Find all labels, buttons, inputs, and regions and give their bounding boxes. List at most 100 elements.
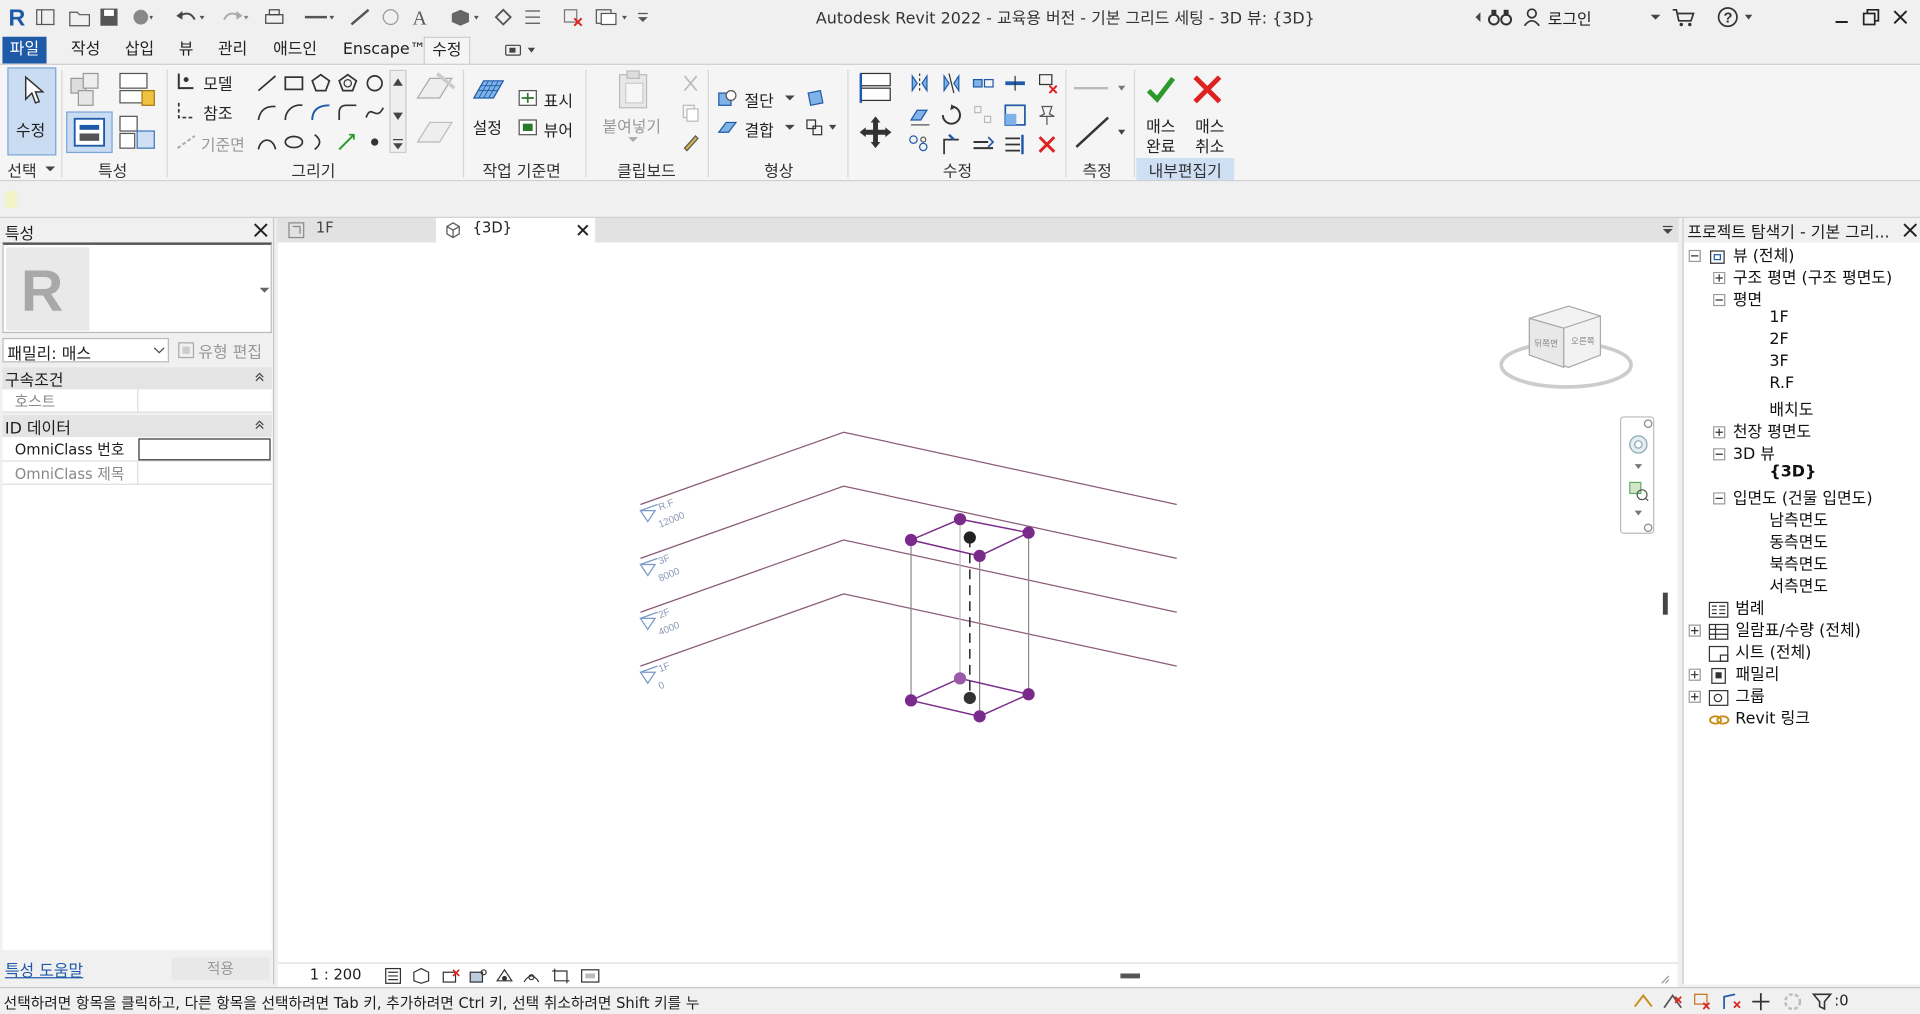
tree-item-north-elevation[interactable]: 북측면도 <box>1769 551 1828 574</box>
offset-icon[interactable] <box>970 70 997 97</box>
properties-palette-icon[interactable] <box>66 111 113 154</box>
show-workplane-icon[interactable] <box>517 87 539 109</box>
draw-arc-tangent-icon[interactable] <box>309 102 333 124</box>
properties-help-link[interactable]: 특성 도움말 <box>5 958 83 980</box>
measure-icon[interactable] <box>301 6 338 28</box>
measure-between-icon[interactable] <box>1070 75 1129 102</box>
cut-icon[interactable] <box>680 72 702 94</box>
tree-item-west-elevation[interactable]: 서측면도 <box>1769 573 1828 596</box>
close-window-icon[interactable] <box>1888 6 1912 28</box>
background-process-icon[interactable] <box>1780 991 1804 1013</box>
align-icon[interactable] <box>855 70 897 107</box>
tree-item-3d-current[interactable]: {3D} <box>1769 463 1816 481</box>
constraints-section-header[interactable]: 구속조건 <box>2 367 272 391</box>
draw-circumscribed-polygon-icon[interactable] <box>336 72 360 94</box>
mass-box[interactable] <box>904 513 1035 723</box>
tree-item-south-elevation[interactable]: 남측면도 <box>1769 507 1828 530</box>
open-folder-icon[interactable] <box>69 6 91 28</box>
reference-line-icon[interactable] <box>174 99 198 121</box>
paste-dropdown-icon[interactable] <box>627 133 639 145</box>
tab-view[interactable]: 뷰 <box>171 37 200 64</box>
tab-addins[interactable]: 애드인 <box>266 37 325 64</box>
tab-modify[interactable]: 수정 <box>423 36 471 67</box>
search-arrow-icon[interactable] <box>1472 6 1484 28</box>
viewcube-right-face-label[interactable]: 오른쪽 <box>1571 336 1595 348</box>
tree-item-east-elevation[interactable]: 동측면도 <box>1769 529 1828 552</box>
tree-item-schedules[interactable]: 일람표/수량 (전체) <box>1688 617 1861 640</box>
cut-geometry-label[interactable]: 절단 <box>744 88 773 111</box>
tree-item-2f[interactable]: 2F <box>1769 331 1788 349</box>
select-panel-dropdown-icon[interactable] <box>44 163 56 175</box>
model-label[interactable]: 모델 <box>203 71 232 94</box>
tree-item-floor-plans[interactable]: 평면 <box>1713 287 1762 310</box>
print-icon[interactable] <box>262 6 286 28</box>
draw-inscribed-polygon-icon[interactable] <box>309 72 333 94</box>
tree-item-1f[interactable]: 1F <box>1769 309 1788 327</box>
tree-item-structural-plans[interactable]: 구조 평면 (구조 평면도) <box>1713 264 1892 288</box>
join-geometry-icon[interactable] <box>715 116 739 138</box>
rotate-icon[interactable] <box>938 102 965 129</box>
tree-item-families[interactable]: 패밀리 <box>1688 661 1779 684</box>
draw-spline-icon[interactable] <box>362 102 386 124</box>
aligned-dimension-icon[interactable] <box>348 6 372 28</box>
view-tab-3d[interactable]: {3D} <box>435 217 596 243</box>
mirror-draw-axis-icon[interactable] <box>938 70 965 97</box>
redo-icon[interactable] <box>218 6 250 28</box>
type-selector-dropdown-icon[interactable] <box>258 284 270 296</box>
draw-pick-faces-icon[interactable] <box>336 131 360 153</box>
sun-path-icon[interactable] <box>440 966 462 986</box>
mirror-pick-axis-icon[interactable] <box>906 70 933 97</box>
save-icon[interactable] <box>98 6 120 28</box>
draw-gallery-scroll-icon[interactable] <box>389 69 407 154</box>
select-underlay-icon[interactable] <box>1660 991 1684 1013</box>
set-workplane-label[interactable]: 설정 <box>473 115 502 138</box>
family-types-icon[interactable] <box>116 67 158 109</box>
trim-corner-icon[interactable] <box>938 131 965 158</box>
close-hidden-windows-icon[interactable] <box>561 6 585 28</box>
thin-lines-icon[interactable] <box>522 6 544 28</box>
project-browser-close-icon[interactable] <box>1902 222 1919 239</box>
tree-item-legends[interactable]: 범례 <box>1708 595 1765 618</box>
draw-ellipse-icon[interactable] <box>255 131 279 153</box>
panel-toggle-icon[interactable] <box>500 39 539 61</box>
properties-apply-button[interactable]: 적용 <box>171 957 270 980</box>
trim-multiple-icon[interactable] <box>1002 131 1029 158</box>
minimize-icon[interactable] <box>1829 6 1853 28</box>
sync-icon[interactable] <box>127 6 156 28</box>
tree-item-groups[interactable]: 그룹 <box>1688 683 1765 707</box>
login-button[interactable]: 로그인 <box>1548 6 1592 29</box>
tab-enscape[interactable]: Enscape™ <box>336 37 433 64</box>
finish-mass-icon[interactable] <box>1144 70 1178 109</box>
cart-icon[interactable] <box>1670 6 1697 28</box>
text-icon[interactable]: A <box>409 6 431 28</box>
draw-line-icon[interactable] <box>255 72 279 94</box>
nav-close-icon[interactable] <box>1643 419 1653 429</box>
reference-plane-label[interactable]: 기준면 <box>201 132 245 155</box>
crop-view-icon[interactable] <box>550 966 572 986</box>
cut-dropdown-icon[interactable] <box>784 92 796 104</box>
visual-style-icon[interactable] <box>410 966 432 986</box>
split-element-icon[interactable] <box>1002 70 1029 97</box>
zoom-icon[interactable] <box>1626 479 1650 503</box>
workplane-viewer-icon[interactable] <box>517 116 539 138</box>
switch-windows-icon[interactable] <box>593 6 632 28</box>
pin-icon[interactable] <box>1033 102 1060 129</box>
workplane-viewer-label[interactable]: 뷰어 <box>544 118 573 140</box>
filter-icon[interactable] <box>1810 991 1834 1013</box>
cut-geometry-icon[interactable] <box>715 87 739 109</box>
delete-icon[interactable] <box>1033 131 1060 158</box>
type-selector[interactable]: R <box>2 242 272 334</box>
tree-item-revit-links[interactable]: Revit 링크 <box>1708 705 1810 729</box>
family-filter-select[interactable]: 패밀리: 매스 <box>2 337 169 364</box>
canvas-scroll-indicator[interactable] <box>1662 592 1668 615</box>
modify-tool-button[interactable]: 수정 <box>7 67 57 156</box>
tree-item-3f[interactable]: 3F <box>1769 353 1788 371</box>
draw-point-icon[interactable] <box>362 131 386 153</box>
undo-icon[interactable] <box>174 6 206 28</box>
array-icon[interactable] <box>906 131 933 158</box>
steering-wheel-icon[interactable] <box>1626 432 1650 456</box>
scale-icon[interactable] <box>1002 102 1029 129</box>
select-panel-label[interactable]: 선택 <box>7 158 36 181</box>
tree-item-3d-views[interactable]: 3D 뷰 <box>1713 441 1775 464</box>
type-selector-icon[interactable] <box>116 111 158 153</box>
